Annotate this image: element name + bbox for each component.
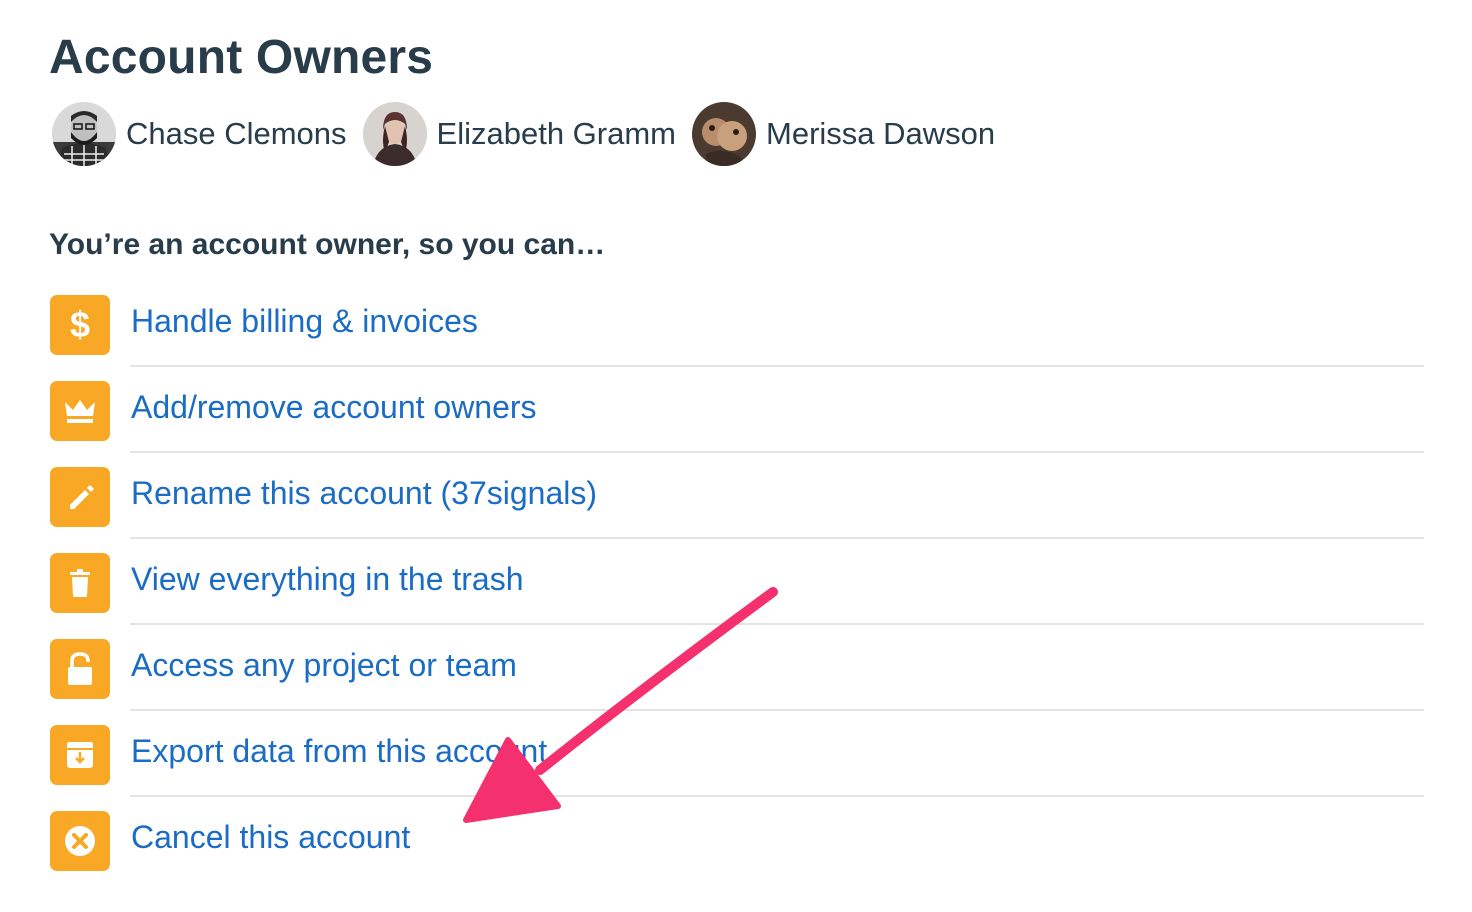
permissions-list: $ Handle billing & invoices Add/remove a… <box>50 281 1424 883</box>
account-owners-page: Account Owners Chase Clemons Elizabeth G… <box>0 0 1472 912</box>
avatar <box>362 102 427 166</box>
owner-name: Merissa Dawson <box>766 116 996 151</box>
action-label: Rename this account (37signals) <box>131 475 598 511</box>
owner-chase-clemons[interactable]: Chase Clemons <box>52 102 347 166</box>
svg-text:$: $ <box>70 305 90 345</box>
view-trash-link[interactable]: View everything in the trash <box>50 539 1424 625</box>
permissions-heading: You’re an account owner, so you can… <box>49 228 606 261</box>
owners-list: Chase Clemons Elizabeth Gramm Merissa Da… <box>52 101 1011 167</box>
rename-account-link[interactable]: Rename this account (37signals) <box>50 453 1424 539</box>
owner-name: Elizabeth Gramm <box>436 116 677 151</box>
crown-icon <box>50 381 110 441</box>
access-projects-link[interactable]: Access any project or team <box>50 625 1424 711</box>
cancel-account-link[interactable]: Cancel this account <box>50 797 1424 883</box>
avatar <box>52 102 116 166</box>
action-label: View everything in the trash <box>131 561 524 597</box>
avatar <box>692 102 757 166</box>
action-label: Add/remove account owners <box>131 389 537 425</box>
owner-name: Chase Clemons <box>126 116 347 151</box>
handle-billing-link[interactable]: $ Handle billing & invoices <box>50 281 1424 367</box>
action-label: Export data from this account <box>131 733 548 769</box>
owner-merissa-dawson[interactable]: Merissa Dawson <box>692 102 995 166</box>
cancel-icon <box>50 811 110 871</box>
unlock-icon <box>50 639 110 699</box>
trash-icon <box>50 553 110 613</box>
action-label: Handle billing & invoices <box>131 303 478 339</box>
export-data-link[interactable]: Export data from this account <box>50 711 1424 797</box>
page-title: Account Owners <box>49 31 434 84</box>
export-icon <box>50 725 110 785</box>
action-label: Access any project or team <box>131 647 517 683</box>
action-label: Cancel this account <box>131 819 411 855</box>
owner-elizabeth-gramm[interactable]: Elizabeth Gramm <box>362 102 677 166</box>
dollar-icon: $ <box>50 295 110 355</box>
add-remove-owners-link[interactable]: Add/remove account owners <box>50 367 1424 453</box>
pencil-icon <box>50 467 110 527</box>
